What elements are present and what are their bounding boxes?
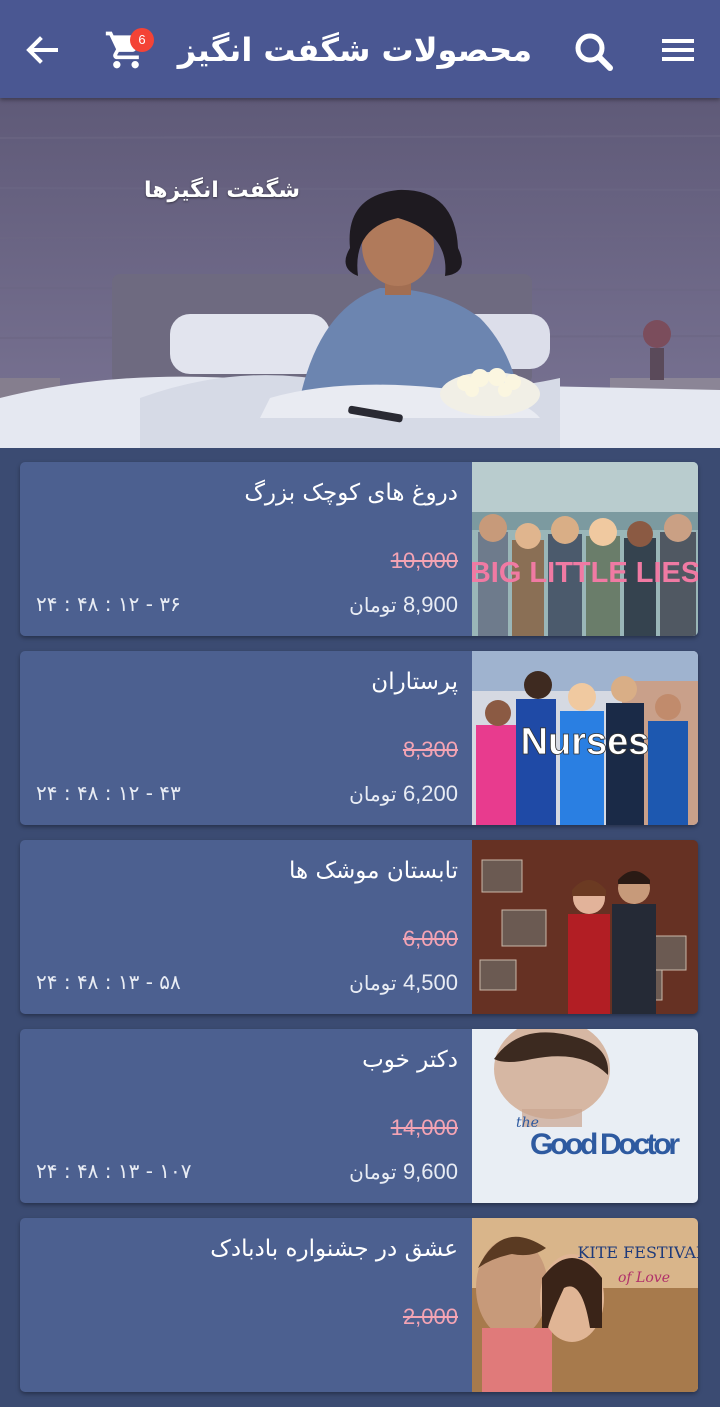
product-title: پرستاران [371,669,458,695]
countdown-timer: ۲۴ : ۴۸ : ۱۲ - ۴۳ [36,781,181,805]
poster-title-text: Nurses [521,721,650,763]
product-poster: the Good Doctor [472,1029,698,1203]
old-price: 2,000 [402,1304,458,1329]
poster-small-text: of Love [618,1270,670,1286]
banner-illustration [0,98,720,448]
poster-title-text: Good Doctor [530,1128,680,1161]
search-button[interactable] [570,28,616,74]
product-title: تابستان موشک ها [289,858,458,884]
top-app-bar: 6 محصولات شگفت انگیز [0,0,720,98]
product-card[interactable]: Nurses پرستاران 8,300 6,200 تومان ۲۴ : ۴… [20,651,698,825]
currency-label: تومان [349,1160,397,1184]
poster-title-text: KITE FESTIVAL [577,1243,698,1262]
product-title: دروغ های کوچک بزرگ [244,480,458,506]
product-poster: Nurses [472,651,698,825]
product-card[interactable]: BIG LITTLE LIES دروغ های کوچک بزرگ 10,00… [20,462,698,636]
price-value: 9,600 [402,1159,458,1184]
banner-caption: شگفت انگیزها [144,178,300,203]
product-poster [472,840,698,1014]
product-card[interactable]: KITE FESTIVAL of Love عشق در جشنواره باد… [20,1218,698,1392]
product-poster: KITE FESTIVAL of Love [472,1218,698,1392]
poster-title-text: BIG LITTLE LIES [472,557,698,589]
cart-count-badge: 6 [130,28,154,52]
back-button[interactable] [20,28,64,72]
arrow-left-icon [26,36,58,64]
currency-label: تومان [349,971,397,995]
price: 6,200 تومان [349,781,458,807]
price: 8,900 تومان [349,592,458,618]
price: 4,500 تومان [349,970,458,996]
countdown-timer: ۲۴ : ۴۸ : ۱۳ - ۱۰۷ [36,1159,192,1183]
hamburger-menu-icon [662,39,694,61]
product-card[interactable]: تابستان موشک ها 6,000 4,500 تومان ۲۴ : ۴… [20,840,698,1014]
product-title: عشق در جشنواره بادبادک [210,1236,458,1262]
product-card[interactable]: the Good Doctor دکتر خوب 14,000 9,600 تو… [20,1029,698,1203]
countdown-timer: ۲۴ : ۴۸ : ۱۲ - ۳۶ [36,592,181,616]
product-list: BIG LITTLE LIES دروغ های کوچک بزرگ 10,00… [20,462,700,1407]
old-price: 10,000 [390,548,458,573]
promo-banner[interactable]: شگفت انگیزها [0,98,720,448]
old-price: 14,000 [390,1115,458,1140]
currency-label: تومان [349,782,397,806]
countdown-timer: ۲۴ : ۴۸ : ۱۳ - ۵۸ [36,970,181,994]
old-price: 6,000 [402,926,458,951]
price-value: 6,200 [402,781,458,806]
currency-label: تومان [349,593,397,617]
search-icon [575,33,613,71]
price-value: 4,500 [402,970,458,995]
price: 9,600 تومان [349,1159,458,1185]
menu-button[interactable] [656,30,700,70]
product-poster: BIG LITTLE LIES [472,462,698,636]
old-price: 8,300 [402,737,458,762]
price-value: 8,900 [402,592,458,617]
product-title: دکتر خوب [362,1047,458,1073]
page-title: محصولات شگفت انگیز [177,31,532,69]
